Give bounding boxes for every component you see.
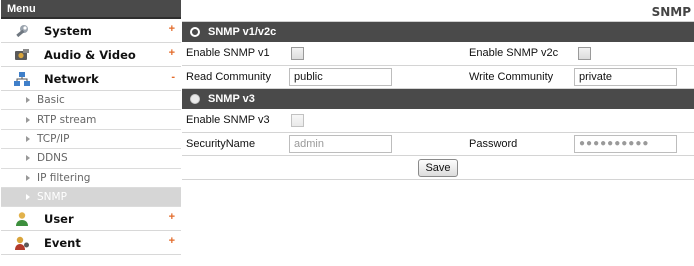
enable-snmp-v1-label: Enable SNMP v1: [186, 47, 270, 60]
enable-snmp-v2c-label: Enable SNMP v2c: [469, 47, 559, 60]
expand-toggle[interactable]: +: [169, 23, 175, 35]
enable-snmp-v2c-checkbox[interactable]: [578, 46, 591, 60]
caret-right-icon: [26, 135, 30, 142]
sidebar-category-label: Event: [44, 235, 81, 250]
sidebar-category-label: Audio & Video: [44, 47, 136, 62]
expand-toggle[interactable]: +: [169, 211, 175, 223]
snmp-v3-section-header[interactable]: SNMP v3: [182, 89, 694, 109]
page-title: SNMP: [182, 0, 694, 22]
sidebar-category-system[interactable]: System +: [1, 19, 181, 43]
sidebar-category-event[interactable]: Event +: [1, 231, 181, 256]
sidebar-item-label: TCP/IP: [37, 132, 70, 145]
enable-snmp-v3-checkbox[interactable]: [291, 113, 304, 127]
enable-snmp-v1-checkbox[interactable]: [291, 46, 304, 60]
collapse-toggle[interactable]: -: [171, 71, 175, 83]
network-icon: [13, 71, 31, 87]
user-icon: [13, 211, 31, 227]
section-title: SNMP v1/v2c: [208, 26, 277, 38]
expand-toggle[interactable]: +: [169, 235, 175, 247]
wrench-icon: [13, 23, 31, 39]
enable-snmp-v3-label: Enable SNMP v3: [186, 114, 270, 127]
sidebar-category-network[interactable]: Network -: [1, 67, 181, 91]
sidebar-item-label: RTP stream: [37, 113, 97, 126]
event-icon: [13, 235, 31, 251]
action-row: Save: [182, 156, 694, 180]
security-row: SecurityName admin Password ●●●●●●●●●●: [182, 133, 694, 156]
sidebar-item-snmp[interactable]: SNMP: [1, 187, 181, 208]
save-button[interactable]: Save: [418, 158, 458, 177]
sidebar-item-tcp-ip[interactable]: TCP/IP: [1, 129, 181, 150]
sidebar-category-user[interactable]: User +: [1, 207, 181, 232]
expand-toggle[interactable]: +: [169, 47, 175, 59]
read-community-input[interactable]: public: [289, 67, 392, 86]
caret-right-icon: [26, 194, 30, 201]
write-community-label: Write Community: [469, 70, 554, 83]
sidebar-item-label: DDNS: [37, 152, 68, 165]
caret-right-icon: [26, 97, 30, 104]
sidebar-item-ddns[interactable]: DDNS: [1, 149, 181, 169]
sidebar-item-label: Basic: [37, 94, 65, 107]
menu-header: Menu: [1, 0, 181, 19]
sidebar-category-label: User: [44, 211, 74, 226]
sidebar-menu: Menu System + Audio & Video + Network - …: [1, 0, 181, 266]
enable-snmp-row: Enable SNMP v1 Enable SNMP v2c: [182, 42, 694, 66]
sidebar-category-label: System: [44, 23, 92, 38]
security-name-label: SecurityName: [186, 137, 256, 150]
caret-right-icon: [26, 116, 30, 123]
sidebar-item-ip-filtering[interactable]: IP filtering: [1, 168, 181, 188]
sidebar-item-basic[interactable]: Basic: [1, 91, 181, 111]
snmp-settings-panel: SNMP SNMP v1/v2c Enable SNMP v1 Enable S…: [182, 0, 694, 200]
sidebar-category-label: Network: [44, 71, 99, 86]
sidebar-item-label: IP filtering: [37, 171, 91, 184]
camera-icon: [13, 47, 31, 63]
password-input[interactable]: ●●●●●●●●●●: [574, 134, 677, 153]
snmp-v1v2c-section-header[interactable]: SNMP v1/v2c: [182, 22, 694, 42]
community-row: Read Community public Write Community pr…: [182, 66, 694, 89]
sidebar-item-label: SNMP: [37, 191, 67, 204]
sidebar-category-audio-video[interactable]: Audio & Video +: [1, 43, 181, 67]
section-title: SNMP v3: [208, 93, 255, 105]
security-name-input[interactable]: admin: [289, 134, 392, 153]
write-community-input[interactable]: private: [574, 67, 677, 86]
caret-right-icon: [26, 174, 30, 181]
enable-snmp-v3-row: Enable SNMP v3: [182, 109, 694, 133]
snmp-v3-radio[interactable]: [190, 94, 200, 104]
password-label: Password: [469, 137, 518, 150]
read-community-label: Read Community: [186, 70, 271, 83]
snmp-v1v2c-radio[interactable]: [190, 27, 200, 37]
sidebar-item-rtp-stream[interactable]: RTP stream: [1, 110, 181, 130]
caret-right-icon: [26, 155, 30, 162]
